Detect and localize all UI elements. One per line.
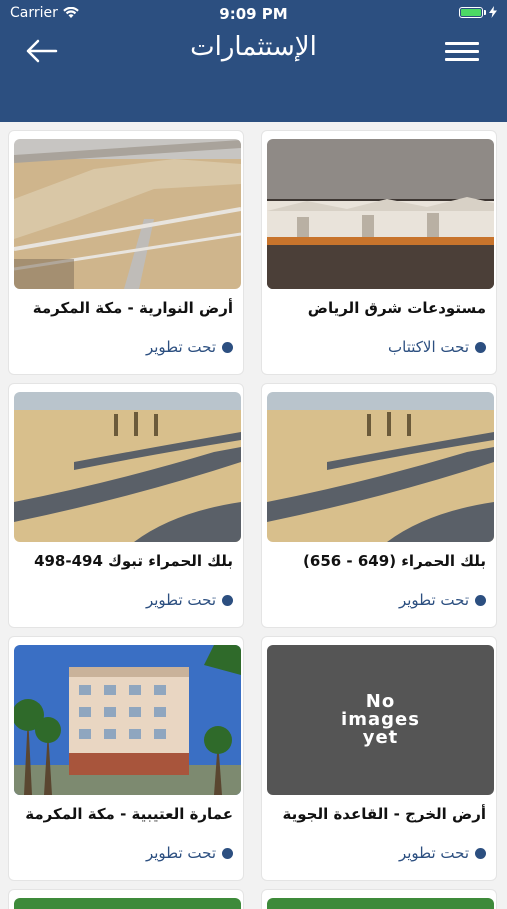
project-name: أرض الخرج - القاعدة الجوية (282, 805, 486, 823)
menu-button[interactable] (445, 42, 479, 64)
project-status: تحت تطوير (146, 338, 233, 356)
page-title: الإستثمارات (190, 32, 317, 62)
no-image-placeholder: No images yet (267, 645, 494, 795)
investment-card[interactable] (261, 889, 497, 909)
land-roads-photo (267, 392, 494, 542)
project-status: تحت تطوير (146, 591, 233, 609)
status-label: تحت تطوير (145, 338, 216, 356)
status-label: تحت الاكتتاب (388, 338, 469, 356)
land-photo (14, 139, 241, 289)
project-status: تحت تطوير (146, 844, 233, 862)
project-status: تحت الاكتتاب (388, 338, 486, 356)
battery-icon (459, 6, 497, 18)
status-dot (222, 594, 233, 606)
status-label: تحت تطوير (145, 844, 216, 862)
nav-bar: الإستثمارات (0, 28, 507, 122)
investment-card[interactable]: No images yet أرض الخرج - القاعدة الجوية… (261, 636, 497, 881)
project-name: أرض النوارية - مكة المكرمة (32, 299, 233, 317)
placeholder-text: yet (362, 727, 399, 748)
status-label: تحت تطوير (145, 591, 216, 609)
land-roads-photo (14, 392, 241, 542)
investment-card[interactable]: أرض النوارية - مكة المكرمة تحت تطوير (8, 130, 244, 375)
charging-bolt-icon (489, 6, 497, 18)
status-label: تحت تطوير (398, 591, 469, 609)
status-label: تحت تطوير (398, 844, 469, 862)
clock: 9:09 PM (219, 5, 288, 23)
project-name: بلك الحمراء تبوك 494-498 (34, 552, 233, 570)
project-name: عمارة العتيبية - مكة المكرمة (25, 805, 233, 823)
warehouse-photo (267, 139, 494, 289)
investment-card[interactable]: بلك الحمراء (649 - 656) تحت تطوير (261, 383, 497, 628)
building-photo (14, 645, 241, 795)
project-name: بلك الحمراء (649 - 656) (303, 552, 486, 570)
investment-card[interactable]: مستودعات شرق الرياض تحت الاكتتاب (261, 130, 497, 375)
project-name: مستودعات شرق الرياض (307, 299, 486, 317)
status-dot (475, 594, 486, 606)
menu-icon-bar (445, 42, 479, 45)
investment-card[interactable]: بلك الحمراء تبوك 494-498 تحت تطوير (8, 383, 244, 628)
investment-card[interactable] (8, 889, 244, 909)
menu-icon-bar (445, 50, 479, 53)
status-dot (222, 847, 233, 859)
project-status: تحت تطوير (399, 844, 486, 862)
status-bar: Carrier 9:09 PM (0, 0, 507, 28)
status-dot (475, 341, 486, 353)
project-status: تحت تطوير (399, 591, 486, 609)
menu-icon-bar (445, 58, 479, 61)
status-dot (222, 341, 233, 353)
status-dot (475, 847, 486, 859)
investment-card[interactable]: عمارة العتيبية - مكة المكرمة تحت تطوير (8, 636, 244, 881)
